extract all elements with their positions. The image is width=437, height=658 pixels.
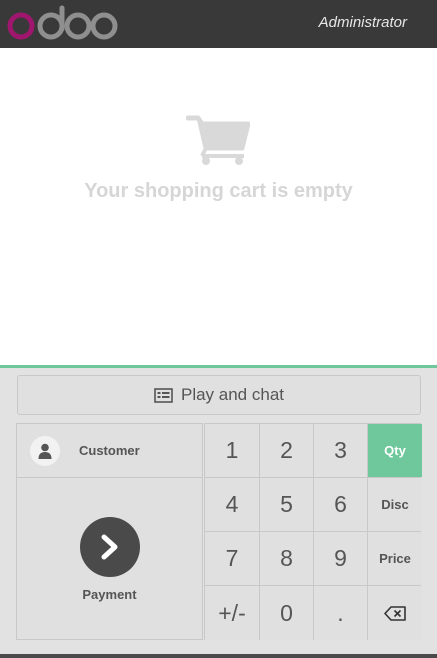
shopping-cart-icon: [186, 115, 250, 165]
numpad: 1 2 3 Qty 4 5 6 Disc 7 8 9 Price +/- 0 .: [204, 423, 422, 640]
numpad-key-5[interactable]: 5: [260, 478, 313, 531]
mode-price-button[interactable]: Price: [368, 532, 422, 585]
play-and-chat-label: Play and chat: [180, 385, 284, 404]
list-card-icon: [154, 387, 173, 403]
numpad-key-8[interactable]: 8: [260, 532, 313, 585]
user-icon: [38, 443, 52, 459]
backspace-button[interactable]: [368, 586, 422, 640]
numpad-key-0[interactable]: 0: [260, 586, 313, 640]
mode-disc-button[interactable]: Disc: [368, 478, 422, 531]
play-and-chat-button[interactable]: Play and chat: [17, 375, 421, 415]
payment-circle: [80, 517, 140, 577]
numpad-key-6[interactable]: 6: [314, 478, 367, 531]
backspace-icon: [384, 605, 406, 621]
odoo-logo: [7, 5, 118, 40]
numpad-key-3[interactable]: 3: [314, 424, 367, 477]
numpad-key-sign[interactable]: +/-: [205, 586, 259, 640]
customer-label: Customer: [79, 443, 140, 458]
numpad-key-4[interactable]: 4: [205, 478, 259, 531]
numpad-key-1[interactable]: 1: [205, 424, 259, 477]
payment-button[interactable]: Payment: [17, 479, 202, 639]
bottom-border: [0, 654, 437, 658]
customer-button[interactable]: Customer: [17, 424, 202, 478]
numpad-key-2[interactable]: 2: [260, 424, 313, 477]
numpad-key-7[interactable]: 7: [205, 532, 259, 585]
top-bar: Administrator: [0, 0, 437, 48]
numpad-key-dot[interactable]: .: [314, 586, 367, 640]
mode-qty-button[interactable]: Qty: [368, 424, 422, 477]
empty-cart-message: Your shopping cart is empty: [84, 180, 353, 202]
payment-label: Payment: [82, 587, 137, 602]
customer-avatar: [30, 435, 60, 466]
action-pad: Customer Payment: [16, 423, 203, 640]
numpad-key-9[interactable]: 9: [314, 532, 367, 585]
order-cart: Your shopping cart is empty: [0, 48, 437, 365]
chevron-right-icon: [101, 534, 118, 560]
user-name[interactable]: Administrator: [319, 14, 407, 31]
